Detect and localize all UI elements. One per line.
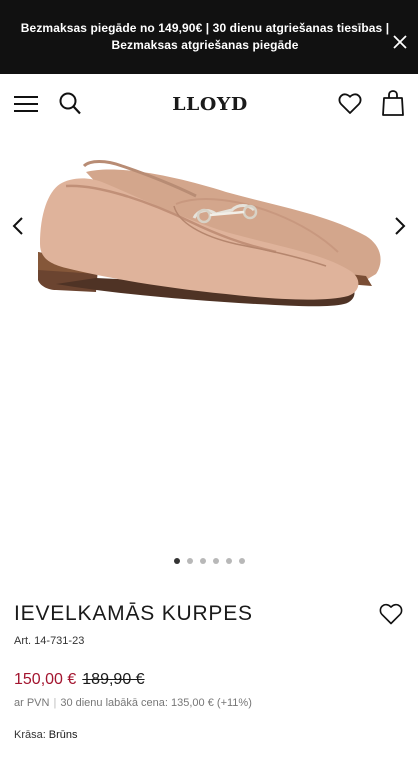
gallery-pagination [0, 558, 418, 568]
divider: | [53, 697, 57, 709]
chevron-left-icon[interactable] [8, 214, 28, 238]
color-info: Krāsa: Brūns [14, 728, 404, 742]
color-label: Krāsa: [14, 729, 46, 741]
product-image-gallery[interactable] [0, 134, 418, 574]
shopping-bag-icon[interactable] [382, 90, 404, 116]
price-note: ar PVN | 30 dienu labākā cena: 135,00 € (+… [14, 696, 404, 710]
current-price: 150,00 € [14, 671, 77, 688]
gallery-dot[interactable] [212, 558, 219, 564]
promo-banner: Bezmaksas piegāde no 149,90€ | 30 dienu … [0, 0, 418, 74]
gallery-dot[interactable] [186, 558, 193, 564]
chevron-right-icon[interactable] [390, 214, 410, 238]
heart-icon[interactable] [378, 602, 404, 626]
gallery-dot[interactable] [173, 558, 180, 564]
original-price: 189,90 € [82, 671, 145, 688]
brand-logo[interactable]: LLOYD [166, 95, 254, 115]
hamburger-menu-icon[interactable] [14, 94, 38, 114]
site-header: LLOYD [0, 74, 418, 134]
heart-icon[interactable] [338, 92, 362, 116]
gallery-dot[interactable] [238, 558, 245, 564]
gallery-dot[interactable] [199, 558, 206, 564]
product-image [38, 160, 381, 307]
color-value: Brūns [48, 729, 78, 741]
lowest-price-note: 30 dienu labākā cena: 135,00 € (+11%) [60, 697, 252, 709]
vat-note: ar PVN [14, 697, 50, 709]
close-icon[interactable] [391, 33, 409, 51]
article-number: Art. 14-731-23 [14, 635, 85, 647]
product-info: IEVELKAMĀS KURPES Art. 14-731-23 150,00 … [14, 600, 404, 742]
product-title: IEVELKAMĀS KURPES [14, 602, 253, 625]
search-icon[interactable] [58, 91, 82, 117]
price-block: 150,00 € 189,90 € [14, 670, 404, 690]
gallery-dot[interactable] [225, 558, 232, 564]
promo-banner-text: Bezmaksas piegāde no 149,90€ | 30 dienu … [20, 21, 390, 52]
